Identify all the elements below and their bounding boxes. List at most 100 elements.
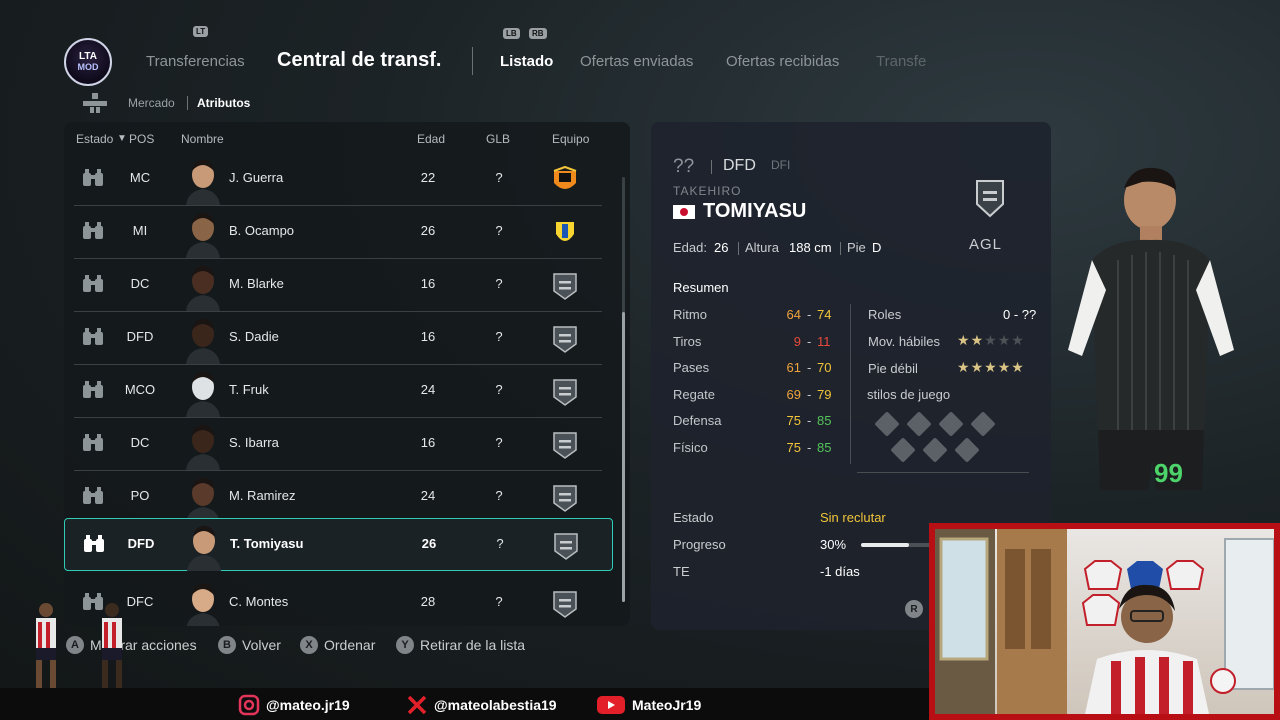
stat-dash: -	[807, 413, 812, 428]
b-button-icon: B	[218, 636, 236, 654]
star-icon: ★	[984, 359, 998, 375]
stat-min-value: 69	[786, 386, 801, 402]
row-position: DC	[130, 435, 150, 450]
player-position: DFD	[723, 157, 756, 174]
playstyles-divider	[857, 472, 1029, 473]
webcam-overlay	[929, 523, 1280, 720]
player-face-image	[186, 319, 220, 364]
subtab-mercado[interactable]: Mercado	[128, 96, 175, 110]
star-icon: ★	[957, 332, 971, 348]
nav-transferencias[interactable]: Transferencias	[146, 53, 245, 70]
tab-listado[interactable]: Listado	[500, 53, 553, 70]
table-row[interactable]: PO M. Ramirez 24?	[74, 471, 602, 524]
star-icon: ★	[1011, 359, 1025, 375]
stat-dash: -	[807, 333, 812, 349]
table-row[interactable]: DFD S. Dadie 16?	[74, 312, 602, 365]
table-row[interactable]: DC M. Blarke 16?	[74, 259, 602, 312]
row-position: MC	[129, 170, 151, 185]
table-row[interactable]: DC S. Ibarra 16?	[74, 418, 602, 471]
player-face-image	[186, 584, 220, 626]
skill-moves-label: Mov. hábiles	[868, 334, 941, 349]
filter-icon[interactable]	[82, 92, 108, 114]
youtube-handle: MateoJr19	[596, 694, 701, 716]
x-handle: @mateolabestia19	[406, 694, 557, 716]
stat-max-value: 85	[817, 439, 832, 455]
hint-retirar[interactable]: Y Retirar de la lista	[396, 636, 525, 654]
col-equipo[interactable]: Equipo	[552, 132, 589, 146]
club-badge-icon	[976, 180, 1004, 218]
table-row[interactable]: MCO T. Fruk 24?	[74, 365, 602, 418]
binoculars-icon	[83, 434, 103, 451]
roles-value: 0 - ??	[1003, 307, 1037, 322]
subtab-divider	[187, 96, 188, 110]
row-glb: ?	[495, 435, 503, 450]
row-age: 16	[420, 435, 436, 450]
playstyles-label: stilos de juego	[867, 387, 951, 402]
lt-button-icon[interactable]: LT	[193, 26, 209, 37]
table-row[interactable]: DFD T. Tomiyasu 26?	[64, 518, 613, 571]
playstyle-slot	[954, 437, 980, 463]
row-age: 28	[420, 594, 436, 609]
row-glb: ?	[495, 170, 503, 185]
row-age: 26	[421, 536, 437, 551]
col-edad[interactable]: Edad	[417, 132, 445, 146]
lb-button-icon[interactable]: LB	[503, 28, 520, 39]
resumen-heading: Resumen	[673, 280, 729, 295]
star-icon: ★	[970, 332, 985, 348]
player-alt-position: DFI	[771, 158, 791, 172]
row-name: S. Dadie	[229, 329, 279, 344]
weak-foot-stars: ★★★★★	[957, 359, 1025, 377]
right-stick-icon[interactable]: R	[905, 600, 923, 618]
edad-label: Edad:	[673, 240, 707, 255]
stat-max-value: 74	[817, 307, 832, 322]
row-glb: ?	[495, 223, 503, 238]
tab-ofertas-enviadas[interactable]: Ofertas enviadas	[580, 53, 693, 70]
star-icon: ★	[997, 332, 1012, 348]
row-position: MCO	[124, 382, 156, 397]
role-short: AGL	[969, 236, 1003, 253]
webcam-feed	[935, 529, 1274, 714]
progreso-value: 30%	[820, 537, 847, 552]
stat-dash: -	[807, 386, 812, 402]
table-row[interactable]: MI B. Ocampo 26?	[74, 206, 602, 259]
col-pos[interactable]: POS	[129, 132, 154, 146]
col-glb[interactable]: GLB	[486, 132, 510, 146]
playstyle-slot	[890, 437, 916, 463]
binoculars-icon	[84, 535, 104, 552]
tab-transferencias-cut[interactable]: Transfe	[876, 53, 926, 70]
list-scrollbar-thumb[interactable]	[622, 312, 625, 602]
hint-volver[interactable]: B Volver	[218, 636, 281, 654]
instagram-text: @mateo.jr19	[266, 697, 350, 713]
row-name: J. Guerra	[229, 170, 284, 185]
pie-label: Pie	[847, 240, 866, 255]
hint-ordenar[interactable]: X Ordenar	[300, 636, 375, 654]
table-row[interactable]: MC J. Guerra 22?	[74, 153, 602, 206]
cadiz-crest-icon	[556, 222, 574, 241]
col-nombre[interactable]: Nombre	[181, 132, 224, 146]
progreso-label: Progreso	[673, 537, 726, 552]
binoculars-icon	[83, 381, 103, 398]
player-rating: ??	[673, 156, 695, 177]
col-estado[interactable]: Estado	[76, 132, 113, 146]
hint-label: Volver	[242, 637, 281, 653]
player-face-image	[186, 478, 220, 523]
pie-value: D	[872, 240, 882, 255]
row-age: 24	[420, 382, 436, 397]
star-icon: ★	[970, 359, 985, 375]
stat-dash: -	[807, 360, 812, 375]
playstyle-slot	[874, 411, 900, 437]
binoculars-icon	[83, 275, 103, 292]
youtube-icon	[597, 696, 625, 714]
star-icon: ★	[957, 359, 971, 375]
table-row[interactable]: DFC C. Montes 28?	[74, 577, 602, 626]
row-position: DFD	[126, 329, 154, 344]
binoculars-icon	[83, 169, 103, 186]
rb-button-icon[interactable]: RB	[529, 28, 547, 39]
playstyle-slot	[906, 411, 932, 437]
skill-moves-stars: ★★★★★	[957, 332, 1025, 350]
row-glb: ?	[495, 276, 503, 291]
tab-ofertas-recibidas[interactable]: Ofertas recibidas	[726, 53, 839, 70]
star-icon: ★	[1011, 332, 1025, 348]
row-name: S. Ibarra	[229, 435, 279, 450]
subtab-atributos[interactable]: Atributos	[197, 96, 250, 110]
